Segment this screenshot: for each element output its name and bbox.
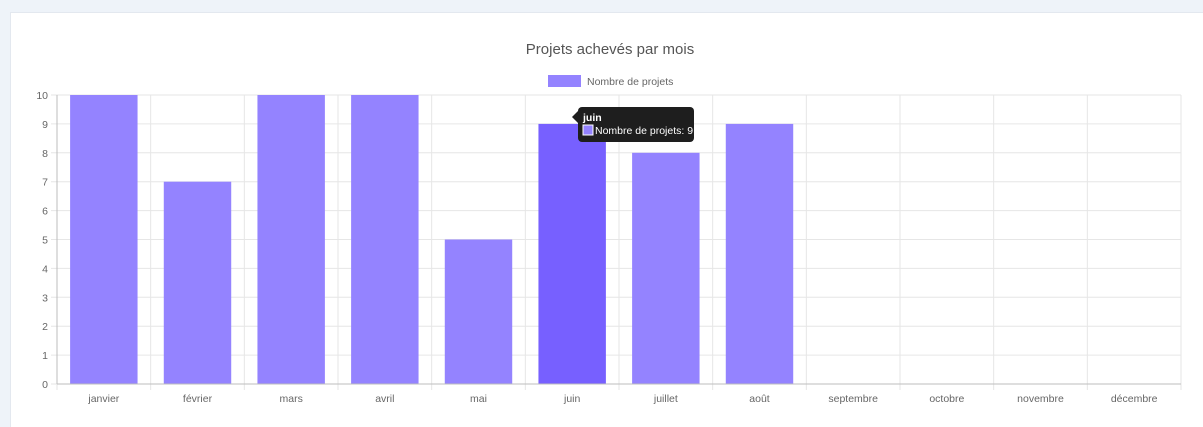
bar-juillet[interactable] — [632, 152, 700, 384]
y-tick-label: 9 — [42, 119, 48, 131]
x-tick-label: septembre — [828, 393, 878, 405]
x-tick-label: juin — [563, 393, 581, 405]
y-tick-label: 8 — [42, 148, 48, 160]
bar-avril[interactable] — [351, 95, 419, 384]
bar-mars[interactable] — [257, 95, 325, 384]
y-tick-label: 7 — [42, 177, 48, 189]
x-tick-label: janvier — [87, 393, 119, 405]
bar-janvier[interactable] — [70, 95, 138, 384]
y-tick-label: 4 — [42, 263, 48, 275]
tooltip-label: Nombre de projets: 9 — [595, 125, 693, 137]
legend-label: Nombre de projets — [587, 76, 673, 88]
chart-title: Projets achevés par mois — [526, 41, 694, 58]
legend-swatch — [548, 75, 581, 87]
bar-chart: 0 1 2 3 4 5 6 7 8 9 10 janvier février mars avril mai ju… — [36, 41, 1182, 405]
x-tick-label: août — [749, 393, 770, 405]
x-tick-label: mars — [279, 393, 302, 405]
tooltip: juin Nombre de projets: 9 — [572, 107, 694, 142]
tooltip-caret — [572, 111, 578, 123]
x-tick-label: octobre — [929, 393, 964, 405]
y-tick-label: 6 — [42, 206, 48, 218]
y-tick-label: 0 — [42, 379, 48, 391]
tooltip-title: juin — [582, 112, 602, 124]
x-tick-label: mai — [470, 393, 487, 405]
bar-mai[interactable] — [444, 239, 513, 385]
x-tick-label: juillet — [653, 393, 678, 405]
tooltip-swatch — [582, 124, 594, 136]
bar-février[interactable] — [163, 181, 232, 384]
legend[interactable]: Nombre de projets — [548, 75, 673, 88]
bar-juin[interactable] — [538, 123, 606, 385]
x-tick-label: avril — [375, 393, 394, 405]
x-tick-label: février — [183, 393, 213, 405]
y-tick-label: 3 — [42, 292, 48, 304]
y-tick-label: 2 — [42, 321, 48, 333]
x-tick-label: décembre — [1111, 393, 1158, 405]
y-tick-label: 1 — [42, 350, 48, 362]
y-tick-label: 10 — [36, 90, 48, 102]
y-tick-label: 5 — [42, 235, 48, 247]
bar-août[interactable] — [725, 123, 794, 385]
x-tick-label: novembre — [1017, 393, 1064, 405]
